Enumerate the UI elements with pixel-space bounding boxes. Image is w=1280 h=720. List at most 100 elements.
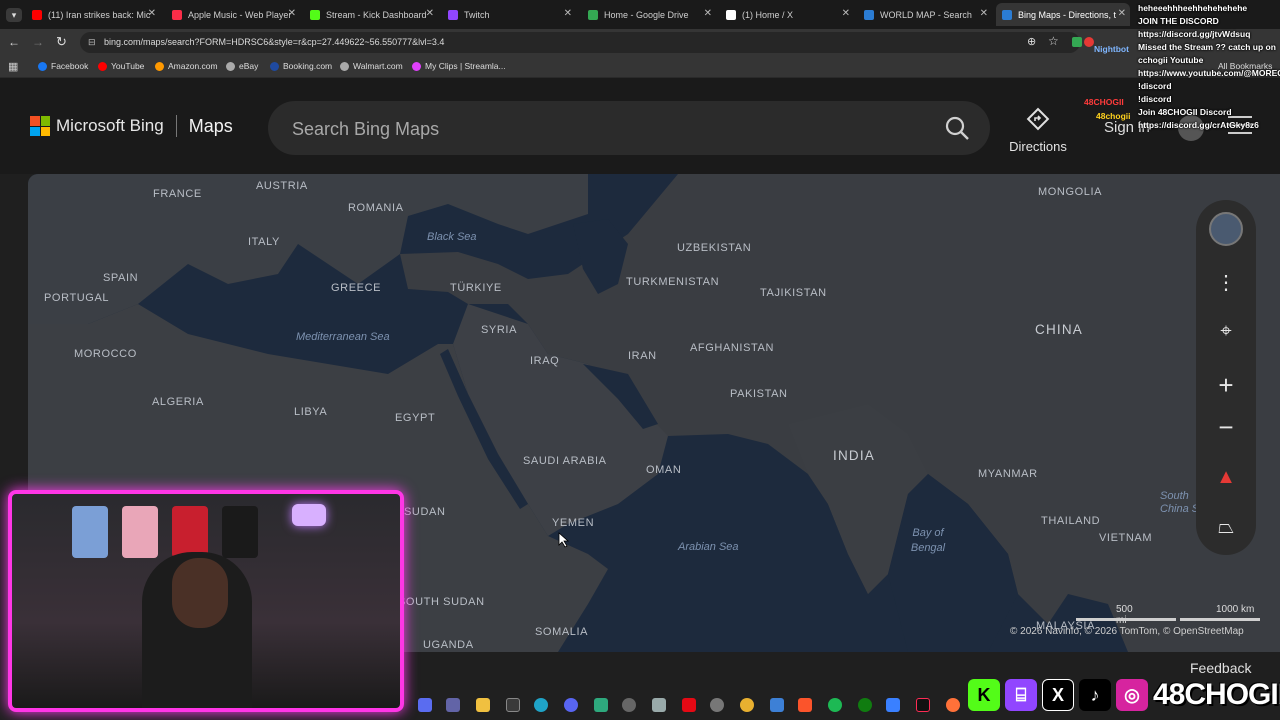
map-label-country: VIETNAM bbox=[1099, 532, 1153, 544]
map-label-country: ROMANIA bbox=[348, 202, 404, 214]
bookmark-ebay[interactable]: eBay bbox=[226, 61, 258, 71]
close-tab-icon[interactable]: ✕ bbox=[842, 8, 850, 19]
x-icon bbox=[726, 9, 736, 20]
map-label-country: INDIA bbox=[833, 448, 876, 463]
zoom-out-button[interactable]: − bbox=[1196, 412, 1256, 443]
map-label-country: IRAN bbox=[628, 350, 657, 362]
map-label-country: FRANCE bbox=[153, 188, 202, 200]
folder-icon[interactable] bbox=[476, 698, 490, 712]
brand-divider bbox=[175, 115, 177, 137]
apps-grid-icon[interactable]: ▦ bbox=[8, 60, 18, 73]
taskbar-app-icon[interactable] bbox=[418, 698, 432, 712]
chat-message: Missed the Stream ?? catch up on cchogii… bbox=[1138, 42, 1276, 65]
chat-message: !discord bbox=[1138, 81, 1172, 91]
app-icon[interactable] bbox=[594, 698, 608, 712]
close-tab-icon[interactable]: ✕ bbox=[148, 8, 156, 19]
bookmark-streamlabs[interactable]: My Clips | Streamla... bbox=[412, 61, 506, 71]
map-style-button[interactable] bbox=[1196, 212, 1256, 252]
app-icon[interactable] bbox=[622, 698, 636, 712]
close-tab-icon[interactable]: ✕ bbox=[1118, 8, 1126, 19]
close-tab-icon[interactable]: ✕ bbox=[426, 8, 434, 19]
map-label-country: LIBYA bbox=[294, 406, 328, 418]
tab-twitch[interactable]: Twitch ✕ bbox=[442, 3, 576, 26]
tab-kick[interactable]: Stream - Kick Dashboard ✕ bbox=[304, 3, 438, 26]
tab-youtube[interactable]: (11) Iran strikes back: Mic ✕ bbox=[26, 3, 160, 26]
directions-button[interactable]: Directions bbox=[1004, 103, 1072, 159]
netflix-icon[interactable] bbox=[682, 698, 696, 712]
bookmark-star-icon[interactable]: ☆ bbox=[1048, 34, 1059, 48]
reload-icon[interactable]: ↻ bbox=[56, 34, 67, 50]
close-tab-icon[interactable]: ✕ bbox=[288, 8, 296, 19]
xbox-icon[interactable] bbox=[858, 698, 872, 712]
tab-google-drive[interactable]: Home - Google Drive ✕ bbox=[582, 3, 716, 26]
edge-icon[interactable] bbox=[534, 698, 548, 712]
store-icon[interactable] bbox=[506, 698, 520, 712]
back-icon[interactable]: ← bbox=[8, 35, 20, 49]
globe-icon bbox=[340, 61, 349, 71]
twitch-icon bbox=[448, 9, 458, 20]
extension-icon[interactable] bbox=[1084, 37, 1094, 47]
close-tab-icon[interactable]: ✕ bbox=[980, 8, 988, 19]
close-tab-icon[interactable]: ✕ bbox=[564, 8, 572, 19]
directions-icon bbox=[1026, 107, 1050, 131]
chat-message: Join 48CHOGII Discord bbox=[1138, 107, 1232, 117]
traffic-light-icon: ⋮ bbox=[1216, 272, 1236, 294]
bookmark-youtube[interactable]: YouTube bbox=[98, 61, 144, 71]
map-label-country: THAILAND bbox=[1041, 515, 1101, 527]
globe-icon bbox=[226, 61, 235, 71]
map-label-country: UZBEKISTAN bbox=[677, 242, 752, 254]
app-icon[interactable] bbox=[770, 698, 784, 712]
bookmark-walmart[interactable]: Walmart.com bbox=[340, 61, 403, 71]
locate-me-button[interactable]: ⌖ bbox=[1196, 320, 1256, 343]
spotify-icon[interactable] bbox=[828, 698, 842, 712]
brand-name: Microsoft Bing bbox=[56, 116, 164, 135]
app-icon[interactable] bbox=[710, 698, 724, 712]
app-icon[interactable] bbox=[886, 698, 900, 712]
tiktok-icon[interactable] bbox=[916, 698, 930, 712]
compass-button[interactable]: ▲ bbox=[1196, 466, 1256, 489]
microsoft-bing-logo[interactable]: Microsoft Bing Maps bbox=[30, 115, 233, 137]
discord-icon[interactable] bbox=[564, 698, 578, 712]
tab-bing-maps[interactable]: Bing Maps - Directions, t ✕ bbox=[996, 3, 1130, 26]
zoom-icon[interactable]: ⊕ bbox=[1027, 35, 1036, 48]
app-icon[interactable] bbox=[652, 698, 666, 712]
map-label-country: MONGOLIA bbox=[1038, 186, 1103, 198]
map-label-country: SPAIN bbox=[103, 272, 139, 284]
map-attribution[interactable]: © 2026 Navinfo, © 2026 TomTom, © OpenStr… bbox=[1010, 626, 1244, 637]
forward-icon[interactable]: → bbox=[32, 35, 44, 49]
x-icon: X bbox=[1042, 679, 1074, 711]
site-info-icon[interactable]: ⊟ bbox=[88, 37, 96, 48]
extension-icon[interactable] bbox=[1072, 37, 1082, 47]
search-icon[interactable] bbox=[944, 115, 970, 141]
bookmark-facebook[interactable]: Facebook bbox=[38, 61, 88, 71]
twitch-icon: ⌸ bbox=[1005, 679, 1037, 711]
traffic-button[interactable]: ⋮ bbox=[1196, 270, 1256, 295]
map-label-country: TAJIKISTAN bbox=[760, 287, 827, 299]
map-search-input[interactable]: Search Bing Maps bbox=[268, 101, 990, 155]
zoom-in-button[interactable]: + bbox=[1196, 370, 1256, 401]
chrome-icon[interactable] bbox=[740, 698, 754, 712]
tilt-button[interactable]: ⏢ bbox=[1196, 516, 1256, 539]
brave-icon[interactable] bbox=[798, 698, 812, 712]
map-label-country: SOUTH SUDAN bbox=[398, 596, 485, 608]
address-bar[interactable]: ⊟ bing.com/maps/search?FORM=HDRSC6&style… bbox=[80, 32, 1080, 53]
map-label-country: MOROCCO bbox=[74, 348, 137, 360]
bookmark-booking[interactable]: Booking.com bbox=[270, 61, 332, 71]
close-tab-icon[interactable]: ✕ bbox=[704, 8, 712, 19]
streamer-handle: 48CHOGII bbox=[1153, 678, 1280, 711]
kick-icon: K bbox=[968, 679, 1000, 711]
map-label-country: TURKMENISTAN bbox=[626, 276, 720, 288]
feedback-button[interactable]: Feedback bbox=[1190, 660, 1251, 676]
plus-icon: + bbox=[1218, 370, 1234, 400]
bookmark-amazon[interactable]: Amazon.com bbox=[155, 61, 218, 71]
tab-apple-music[interactable]: Apple Music - Web Player ✕ bbox=[166, 3, 300, 26]
tab-search-menu-icon[interactable]: ▾ bbox=[6, 8, 22, 22]
tab-world-map-search[interactable]: WORLD MAP - Search ✕ bbox=[858, 3, 992, 26]
youtube-icon bbox=[98, 61, 107, 71]
tab-x[interactable]: (1) Home / X ✕ bbox=[720, 3, 854, 26]
facebook-icon bbox=[38, 61, 47, 71]
product-name: Maps bbox=[188, 115, 233, 136]
firefox-icon[interactable] bbox=[946, 698, 960, 712]
teams-icon[interactable] bbox=[446, 698, 460, 712]
chat-message: heheeehhheehhehehehehe bbox=[1138, 3, 1248, 13]
